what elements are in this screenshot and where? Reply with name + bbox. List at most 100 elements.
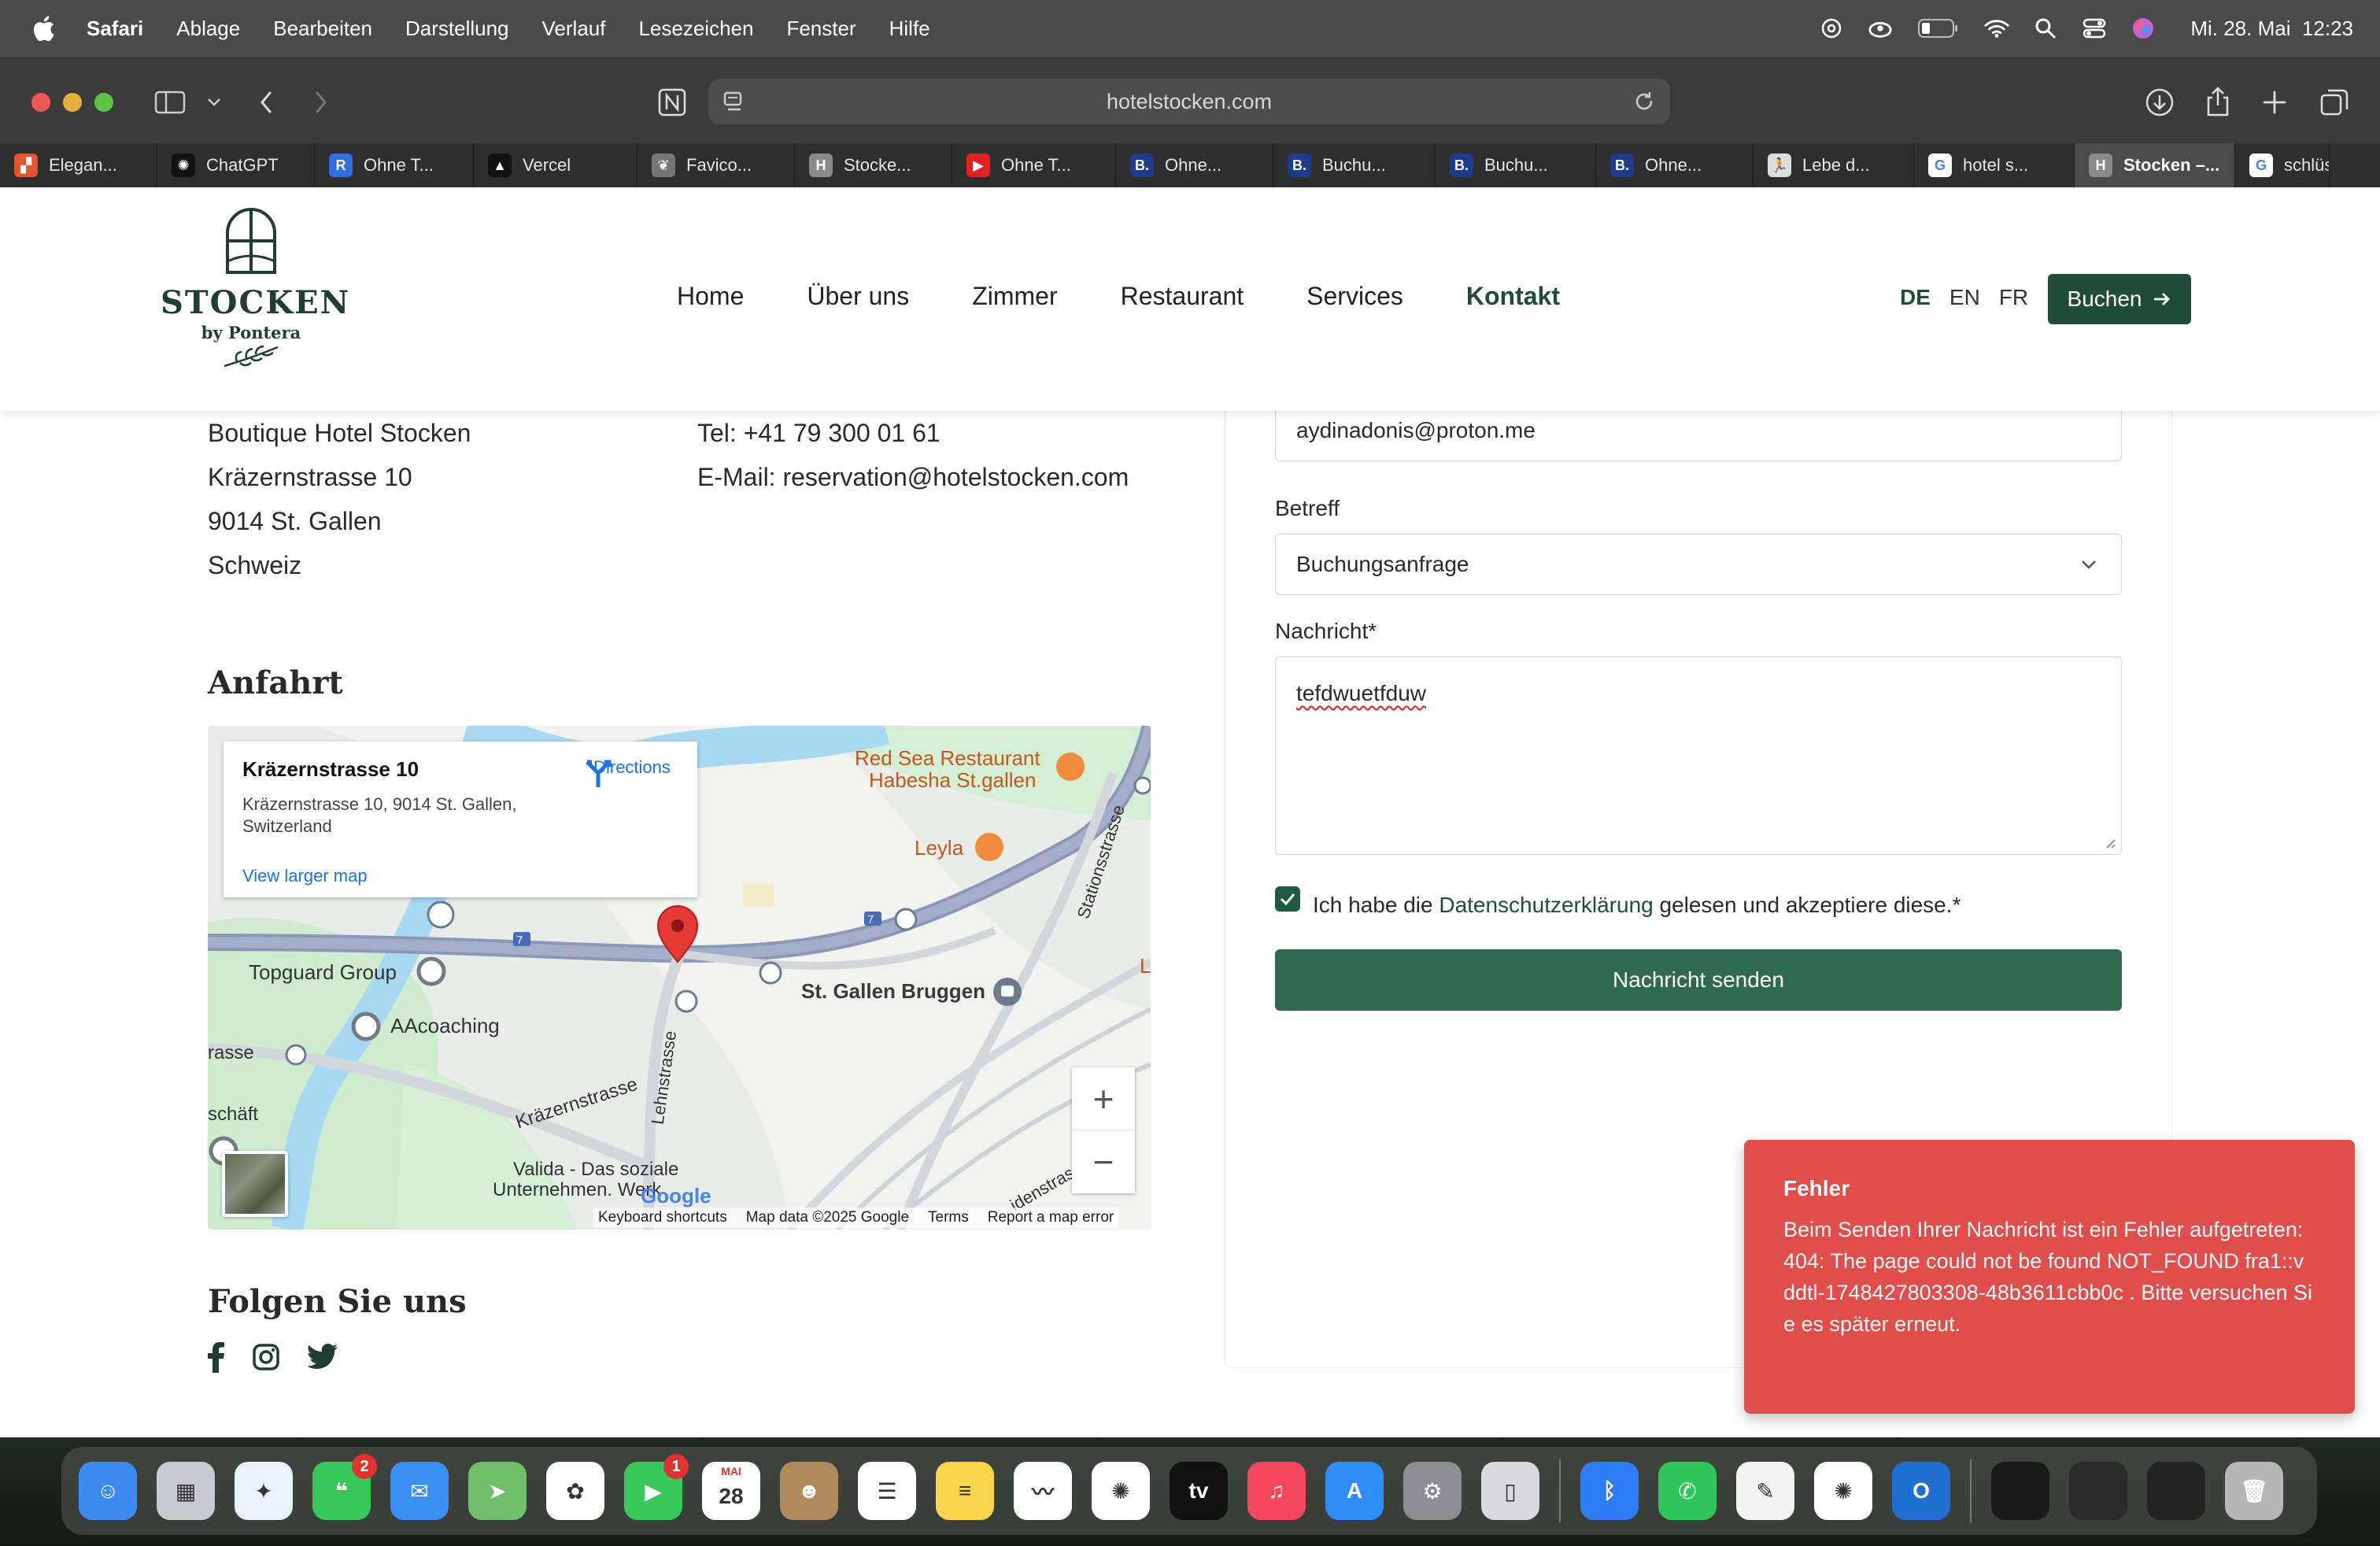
map-label-habesha[interactable]: Habesha St.gallen xyxy=(869,768,1036,793)
browser-tab[interactable]: ▶ Ohne T... xyxy=(952,143,1116,187)
subject-select[interactable]: Buchungsanfrage xyxy=(1275,534,2122,595)
appstore-icon[interactable]: A xyxy=(1325,1462,1384,1520)
notion-extension-icon[interactable] xyxy=(653,83,691,121)
chatgpt-status-icon[interactable] xyxy=(1819,16,1844,41)
map-label-valida[interactable]: Valida - Das soziale xyxy=(513,1159,678,1181)
lang-de[interactable]: DE xyxy=(1900,285,1931,310)
back-arrow-icon[interactable] xyxy=(247,83,285,121)
nav-home[interactable]: Home xyxy=(677,282,744,311)
zoom-out-button[interactable]: − xyxy=(1072,1130,1135,1193)
menu-fenster[interactable]: Fenster xyxy=(786,17,856,41)
window-3-icon[interactable] xyxy=(2147,1462,2205,1520)
whatsapp-icon[interactable]: ✆ xyxy=(1658,1462,1717,1520)
menu-ablage[interactable]: Ablage xyxy=(176,17,240,41)
chatgpt-2-icon[interactable]: ✺ xyxy=(1814,1462,1872,1520)
privacy-policy-link[interactable]: Datenschutzerklärung xyxy=(1439,893,1653,917)
trash-icon[interactable]: 🗑 xyxy=(2225,1462,2283,1520)
wifi-icon[interactable] xyxy=(1984,16,2009,41)
message-textarea[interactable]: tefdwuetfduw xyxy=(1275,656,2122,855)
address-bar[interactable]: hotelstocken.com xyxy=(708,79,1670,124)
creative-cloud-icon[interactable] xyxy=(1868,16,1893,41)
share-icon[interactable] xyxy=(2199,83,2237,121)
settings-icon[interactable]: ⚙ xyxy=(1403,1462,1462,1520)
browser-tab[interactable]: Ghotel s... xyxy=(1914,143,2075,187)
facebook-icon[interactable] xyxy=(208,1341,225,1373)
nav-ueber-uns[interactable]: Über uns xyxy=(807,282,909,311)
spotlight-search-icon[interactable] xyxy=(2033,16,2058,41)
outlook-icon[interactable]: O xyxy=(1892,1462,1950,1520)
contact-phone[interactable]: Tel: +41 79 300 01 61 xyxy=(697,419,941,448)
browser-tab[interactable]: B. Ohne... xyxy=(1596,143,1754,187)
nav-restaurant[interactable]: Restaurant xyxy=(1121,282,1244,311)
bluetooth-icon[interactable]: ᛒ xyxy=(1580,1462,1639,1520)
control-center-icon[interactable] xyxy=(2082,16,2107,41)
page-settings-icon[interactable] xyxy=(722,90,746,119)
map-label-topguard[interactable]: Topguard Group xyxy=(249,960,397,985)
minimize-window-button[interactable] xyxy=(63,93,82,112)
browser-tab[interactable]: ▞ Elegan... xyxy=(0,143,157,187)
url-text[interactable]: hotelstocken.com xyxy=(1107,90,1272,114)
nav-kontakt[interactable]: Kontakt xyxy=(1466,282,1560,311)
menu-hilfe[interactable]: Hilfe xyxy=(889,17,930,41)
apple-icon[interactable] xyxy=(31,15,55,42)
browser-tab[interactable]: H Stocke... xyxy=(795,143,952,187)
launchpad-icon[interactable]: ▦ xyxy=(157,1462,215,1520)
window-1-icon[interactable] xyxy=(1991,1462,2049,1520)
browser-tab[interactable]: ▲ Vercel xyxy=(474,143,638,187)
zoom-window-button[interactable] xyxy=(94,93,113,112)
error-toast[interactable]: Fehler Beim Senden Ihrer Nachricht ist e… xyxy=(1744,1140,2355,1414)
freeform-icon[interactable]: 〰 xyxy=(1014,1462,1072,1520)
menu-lesezeichen[interactable]: Lesezeichen xyxy=(638,17,753,41)
iphone-mirroring-icon[interactable]: ▯ xyxy=(1481,1462,1539,1520)
twitter-icon[interactable] xyxy=(307,1344,338,1370)
sidebar-toggle-icon[interactable] xyxy=(151,83,189,121)
map-label-aacoaching[interactable]: AAcoaching xyxy=(390,1014,500,1038)
textedit-icon[interactable]: ✎ xyxy=(1736,1462,1794,1520)
forward-arrow-icon[interactable] xyxy=(302,83,340,121)
keyboard-shortcuts-link[interactable]: Keyboard shortcuts xyxy=(598,1209,727,1226)
music-icon[interactable]: ♫ xyxy=(1247,1462,1306,1520)
menu-darstellung[interactable]: Darstellung xyxy=(405,17,509,41)
nav-services[interactable]: Services xyxy=(1306,282,1403,311)
browser-tab[interactable]: H Stocken –... xyxy=(2075,143,2235,187)
calendar-icon[interactable]: MAI 28 xyxy=(702,1462,760,1520)
new-tab-icon[interactable] xyxy=(2256,83,2293,121)
reload-icon[interactable] xyxy=(1632,90,1656,119)
contact-email[interactable]: E-Mail: reservation@hotelstocken.com xyxy=(697,463,1129,492)
map-label-red-sea[interactable]: Red Sea Restaurant xyxy=(855,746,1040,771)
nav-zimmer[interactable]: Zimmer xyxy=(972,282,1057,311)
contacts-icon[interactable]: ☻ xyxy=(780,1462,838,1520)
battery-icon[interactable] xyxy=(1916,16,1961,41)
browser-tab[interactable]: B. Buchu... xyxy=(1436,143,1596,187)
browser-tab[interactable]: ✺ ChatGPT xyxy=(157,143,315,187)
map-label-bruggen[interactable]: St. Gallen Bruggen xyxy=(801,979,985,1004)
browser-tab[interactable]: R Ohne T... xyxy=(315,143,474,187)
browser-tab[interactable]: Gschlüs... xyxy=(2235,143,2330,187)
consent-checkbox[interactable] xyxy=(1275,886,1300,912)
appletv-icon[interactable]: tv xyxy=(1170,1462,1228,1520)
instagram-icon[interactable] xyxy=(252,1343,280,1371)
browser-tab[interactable]: ❦ Favico... xyxy=(638,143,795,187)
chatgpt-icon[interactable]: ✺ xyxy=(1092,1462,1150,1520)
chevron-down-icon[interactable] xyxy=(195,83,233,121)
map-label-unternehmen[interactable]: Unternehmen. Werk xyxy=(493,1179,661,1201)
photos-icon[interactable]: ✿ xyxy=(546,1462,604,1520)
mail-icon[interactable]: ✉ xyxy=(390,1462,449,1520)
book-button[interactable]: Buchen xyxy=(2048,274,2191,324)
send-message-button[interactable]: Nachricht senden xyxy=(1275,949,2122,1011)
report-map-error-link[interactable]: Report a map error xyxy=(988,1209,1114,1226)
window-2-icon[interactable] xyxy=(2069,1462,2127,1520)
map-satellite-toggle[interactable] xyxy=(222,1151,288,1217)
lang-en[interactable]: EN xyxy=(1949,285,1980,310)
download-icon[interactable] xyxy=(2141,83,2179,121)
menu-verlauf[interactable]: Verlauf xyxy=(542,17,606,41)
finder-icon[interactable]: ☺ xyxy=(79,1462,137,1520)
resize-handle-icon[interactable] xyxy=(2104,837,2116,849)
safari-icon[interactable]: ✦ xyxy=(235,1462,293,1520)
tab-overview-icon[interactable] xyxy=(2315,83,2353,121)
messages-icon[interactable]: ❝ 2 xyxy=(312,1454,377,1520)
zoom-in-button[interactable]: + xyxy=(1072,1067,1135,1130)
browser-tab[interactable]: 🏃 Lebe d... xyxy=(1754,143,1914,187)
map-label-leyla[interactable]: Leyla xyxy=(915,836,963,860)
view-larger-map-link[interactable]: View larger map xyxy=(242,866,368,886)
